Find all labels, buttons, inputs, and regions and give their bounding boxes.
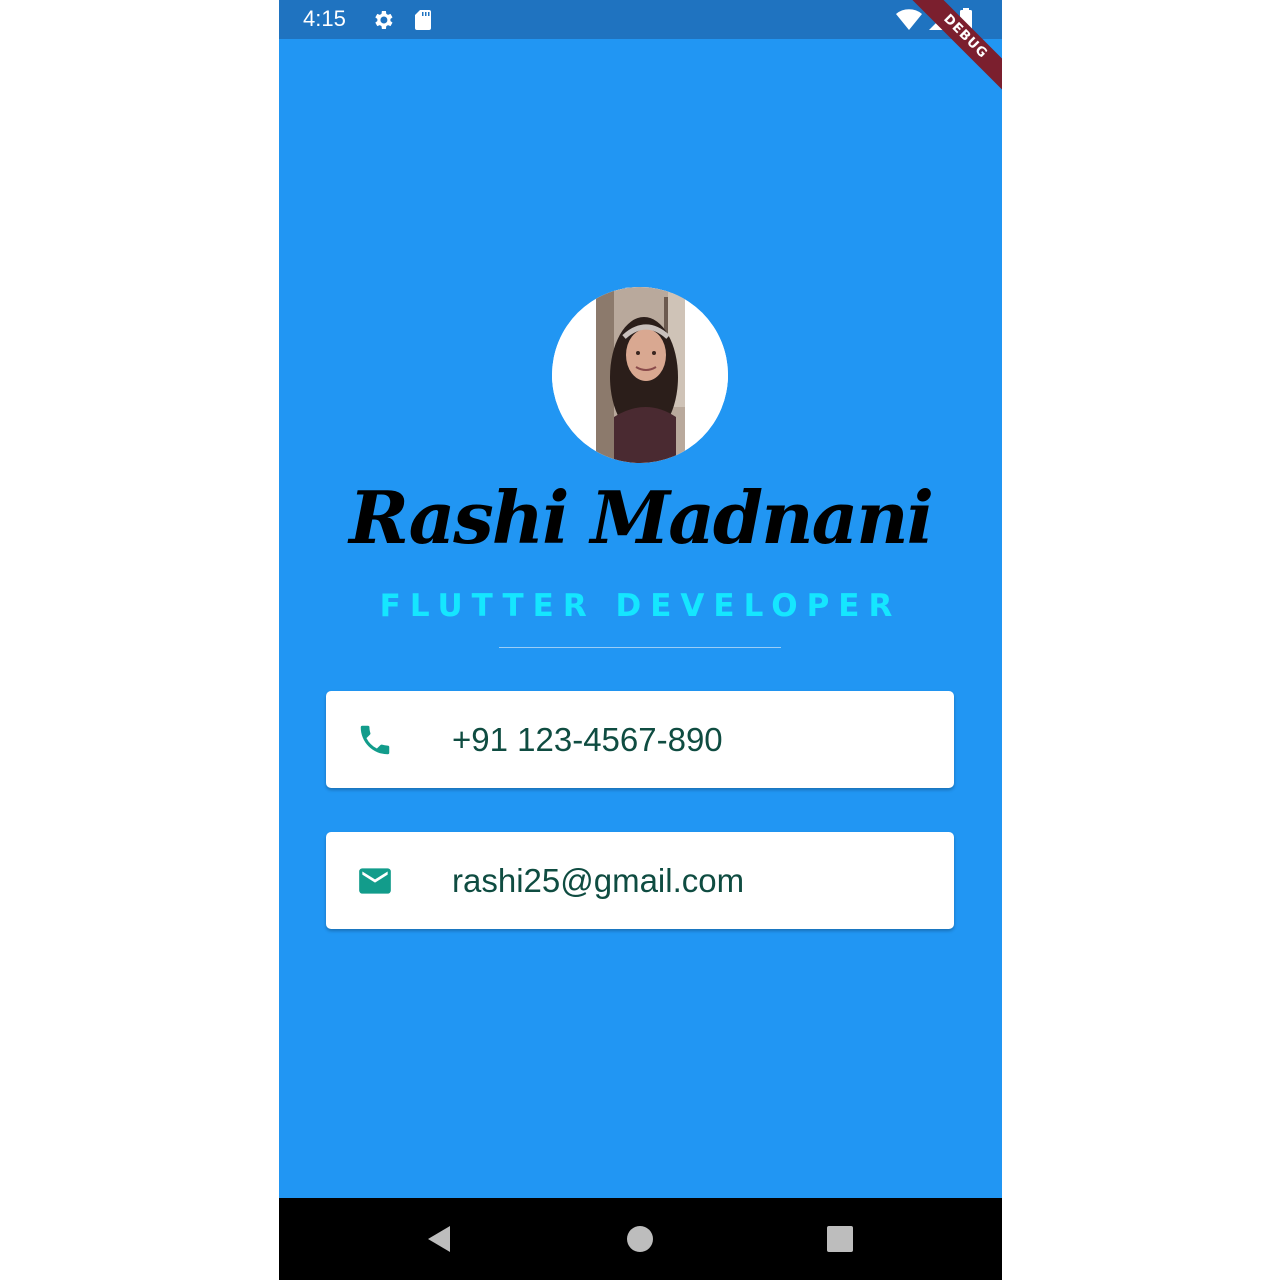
navigation-bar	[279, 1198, 1002, 1280]
email-address: rashi25@gmail.com	[452, 862, 745, 899]
profile-title: FLUTTER DEVELOPER	[379, 588, 902, 624]
avatar	[552, 287, 728, 463]
back-icon[interactable]	[424, 1224, 454, 1254]
email-card[interactable]: rashi25@gmail.com	[326, 832, 954, 929]
phone-number: +91 123-4567-890	[452, 721, 723, 758]
phone-screen: 4:15 DEBUG Rashi Madnani FLUTTER DEVELOP…	[279, 0, 1002, 1280]
settings-icon	[371, 8, 395, 32]
status-bar: 4:15 DEBUG	[279, 0, 1002, 98]
profile-name: Rashi Madnani	[349, 475, 934, 560]
home-icon[interactable]	[625, 1224, 655, 1254]
avatar-photo	[552, 287, 728, 463]
divider	[499, 647, 781, 648]
sd-card-icon	[411, 8, 435, 32]
phone-card[interactable]: +91 123-4567-890	[326, 691, 954, 788]
wifi-icon	[896, 8, 922, 32]
status-time: 4:15	[303, 6, 346, 31]
recents-icon[interactable]	[825, 1224, 855, 1254]
phone-icon	[356, 721, 394, 759]
mail-icon	[356, 862, 394, 900]
